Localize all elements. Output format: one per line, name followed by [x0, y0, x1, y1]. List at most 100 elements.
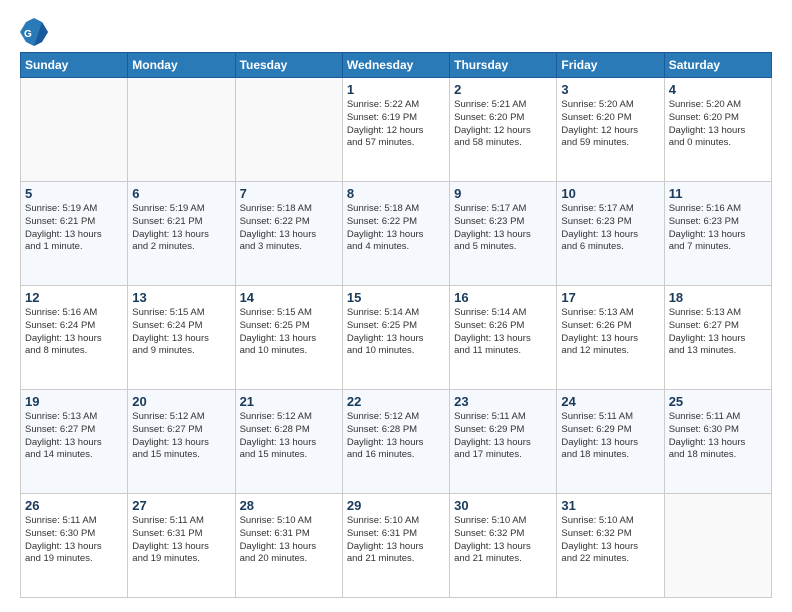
day-number: 8 [347, 186, 445, 201]
day-info: Sunrise: 5:10 AM Sunset: 6:32 PM Dayligh… [454, 515, 552, 566]
calendar-cell: 6 Sunrise: 5:19 AM Sunset: 6:21 PM Daylig… [128, 182, 235, 286]
day-info: Sunrise: 5:11 AM Sunset: 6:30 PM Dayligh… [669, 411, 767, 462]
day-info: Sunrise: 5:11 AM Sunset: 6:29 PM Dayligh… [454, 411, 552, 462]
week-row-1: 1 Sunrise: 5:22 AM Sunset: 6:19 PM Daylig… [21, 78, 772, 182]
day-number: 27 [132, 498, 230, 513]
calendar-cell: 7 Sunrise: 5:18 AM Sunset: 6:22 PM Daylig… [235, 182, 342, 286]
calendar-cell: 12 Sunrise: 5:16 AM Sunset: 6:24 PM Dayli… [21, 286, 128, 390]
calendar-cell: 28 Sunrise: 5:10 AM Sunset: 6:31 PM Dayli… [235, 494, 342, 598]
calendar-cell: 25 Sunrise: 5:11 AM Sunset: 6:30 PM Dayli… [664, 390, 771, 494]
day-info: Sunrise: 5:21 AM Sunset: 6:20 PM Dayligh… [454, 99, 552, 150]
day-number: 29 [347, 498, 445, 513]
day-info: Sunrise: 5:18 AM Sunset: 6:22 PM Dayligh… [240, 203, 338, 254]
calendar-cell: 31Sunrise: 5:10 AM Sunset: 6:32 PM Dayli… [557, 494, 664, 598]
calendar-cell: 14 Sunrise: 5:15 AM Sunset: 6:25 PM Dayli… [235, 286, 342, 390]
day-number: 23 [454, 394, 552, 409]
day-number: 19 [25, 394, 123, 409]
logo-icon: G [20, 18, 48, 46]
calendar-cell: 15 Sunrise: 5:14 AM Sunset: 6:25 PM Dayli… [342, 286, 449, 390]
day-number: 4 [669, 82, 767, 97]
day-number: 16 [454, 290, 552, 305]
week-row-3: 12 Sunrise: 5:16 AM Sunset: 6:24 PM Dayli… [21, 286, 772, 390]
day-number: 2 [454, 82, 552, 97]
day-info: Sunrise: 5:11 AM Sunset: 6:31 PM Dayligh… [132, 515, 230, 566]
calendar-cell: 4 Sunrise: 5:20 AM Sunset: 6:20 PM Daylig… [664, 78, 771, 182]
day-number: 15 [347, 290, 445, 305]
calendar-cell: 19 Sunrise: 5:13 AM Sunset: 6:27 PM Dayli… [21, 390, 128, 494]
calendar-cell: 10 Sunrise: 5:17 AM Sunset: 6:23 PM Dayli… [557, 182, 664, 286]
day-number: 14 [240, 290, 338, 305]
calendar-cell [664, 494, 771, 598]
weekday-header-saturday: Saturday [664, 53, 771, 78]
calendar-cell: 3Sunrise: 5:20 AM Sunset: 6:20 PM Daylig… [557, 78, 664, 182]
week-row-2: 5 Sunrise: 5:19 AM Sunset: 6:21 PM Daylig… [21, 182, 772, 286]
calendar-cell: 20Sunrise: 5:12 AM Sunset: 6:27 PM Dayli… [128, 390, 235, 494]
day-number: 25 [669, 394, 767, 409]
calendar-cell: 5Sunrise: 5:19 AM Sunset: 6:21 PM Daylig… [21, 182, 128, 286]
page: G SundayMondayTuesdayWednesdayThursdayFr… [0, 0, 792, 612]
calendar-cell: 22 Sunrise: 5:12 AM Sunset: 6:28 PM Dayli… [342, 390, 449, 494]
day-number: 1 [347, 82, 445, 97]
day-info: Sunrise: 5:17 AM Sunset: 6:23 PM Dayligh… [561, 203, 659, 254]
calendar-cell: 23 Sunrise: 5:11 AM Sunset: 6:29 PM Dayli… [450, 390, 557, 494]
day-info: Sunrise: 5:12 AM Sunset: 6:28 PM Dayligh… [347, 411, 445, 462]
day-info: Sunrise: 5:20 AM Sunset: 6:20 PM Dayligh… [669, 99, 767, 150]
calendar-cell: 24Sunrise: 5:11 AM Sunset: 6:29 PM Dayli… [557, 390, 664, 494]
calendar-cell: 17 Sunrise: 5:13 AM Sunset: 6:26 PM Dayli… [557, 286, 664, 390]
day-info: Sunrise: 5:13 AM Sunset: 6:27 PM Dayligh… [25, 411, 123, 462]
calendar-cell [235, 78, 342, 182]
day-number: 7 [240, 186, 338, 201]
day-number: 10 [561, 186, 659, 201]
day-info: Sunrise: 5:16 AM Sunset: 6:23 PM Dayligh… [669, 203, 767, 254]
calendar-cell: 8 Sunrise: 5:18 AM Sunset: 6:22 PM Daylig… [342, 182, 449, 286]
calendar-cell: 2 Sunrise: 5:21 AM Sunset: 6:20 PM Daylig… [450, 78, 557, 182]
header: G [20, 18, 772, 46]
calendar-cell: 16 Sunrise: 5:14 AM Sunset: 6:26 PM Dayli… [450, 286, 557, 390]
day-info: Sunrise: 5:10 AM Sunset: 6:31 PM Dayligh… [347, 515, 445, 566]
weekday-header-row: SundayMondayTuesdayWednesdayThursdayFrid… [21, 53, 772, 78]
weekday-header-wednesday: Wednesday [342, 53, 449, 78]
weekday-header-friday: Friday [557, 53, 664, 78]
day-number: 28 [240, 498, 338, 513]
day-info: Sunrise: 5:16 AM Sunset: 6:24 PM Dayligh… [25, 307, 123, 358]
day-number: 31 [561, 498, 659, 513]
day-number: 26 [25, 498, 123, 513]
day-info: Sunrise: 5:15 AM Sunset: 6:25 PM Dayligh… [240, 307, 338, 358]
calendar-cell [21, 78, 128, 182]
day-number: 3 [561, 82, 659, 97]
svg-text:G: G [24, 29, 32, 40]
calendar-cell: 13Sunrise: 5:15 AM Sunset: 6:24 PM Dayli… [128, 286, 235, 390]
calendar-cell: 9 Sunrise: 5:17 AM Sunset: 6:23 PM Daylig… [450, 182, 557, 286]
calendar-cell [128, 78, 235, 182]
day-number: 30 [454, 498, 552, 513]
weekday-header-monday: Monday [128, 53, 235, 78]
day-info: Sunrise: 5:14 AM Sunset: 6:26 PM Dayligh… [454, 307, 552, 358]
day-number: 24 [561, 394, 659, 409]
calendar-cell: 21Sunrise: 5:12 AM Sunset: 6:28 PM Dayli… [235, 390, 342, 494]
calendar-cell: 18Sunrise: 5:13 AM Sunset: 6:27 PM Dayli… [664, 286, 771, 390]
calendar-cell: 30 Sunrise: 5:10 AM Sunset: 6:32 PM Dayli… [450, 494, 557, 598]
day-info: Sunrise: 5:18 AM Sunset: 6:22 PM Dayligh… [347, 203, 445, 254]
day-number: 12 [25, 290, 123, 305]
day-info: Sunrise: 5:13 AM Sunset: 6:27 PM Dayligh… [669, 307, 767, 358]
day-number: 6 [132, 186, 230, 201]
calendar-cell: 29 Sunrise: 5:10 AM Sunset: 6:31 PM Dayli… [342, 494, 449, 598]
day-info: Sunrise: 5:15 AM Sunset: 6:24 PM Dayligh… [132, 307, 230, 358]
day-info: Sunrise: 5:10 AM Sunset: 6:31 PM Dayligh… [240, 515, 338, 566]
calendar-cell: 27 Sunrise: 5:11 AM Sunset: 6:31 PM Dayli… [128, 494, 235, 598]
day-info: Sunrise: 5:13 AM Sunset: 6:26 PM Dayligh… [561, 307, 659, 358]
day-info: Sunrise: 5:17 AM Sunset: 6:23 PM Dayligh… [454, 203, 552, 254]
calendar-cell: 1 Sunrise: 5:22 AM Sunset: 6:19 PM Daylig… [342, 78, 449, 182]
day-info: Sunrise: 5:11 AM Sunset: 6:30 PM Dayligh… [25, 515, 123, 566]
day-info: Sunrise: 5:19 AM Sunset: 6:21 PM Dayligh… [132, 203, 230, 254]
day-info: Sunrise: 5:14 AM Sunset: 6:25 PM Dayligh… [347, 307, 445, 358]
day-number: 11 [669, 186, 767, 201]
day-info: Sunrise: 5:22 AM Sunset: 6:19 PM Dayligh… [347, 99, 445, 150]
day-number: 9 [454, 186, 552, 201]
day-number: 17 [561, 290, 659, 305]
day-number: 5 [25, 186, 123, 201]
week-row-5: 26 Sunrise: 5:11 AM Sunset: 6:30 PM Dayli… [21, 494, 772, 598]
day-number: 22 [347, 394, 445, 409]
weekday-header-thursday: Thursday [450, 53, 557, 78]
week-row-4: 19 Sunrise: 5:13 AM Sunset: 6:27 PM Dayli… [21, 390, 772, 494]
